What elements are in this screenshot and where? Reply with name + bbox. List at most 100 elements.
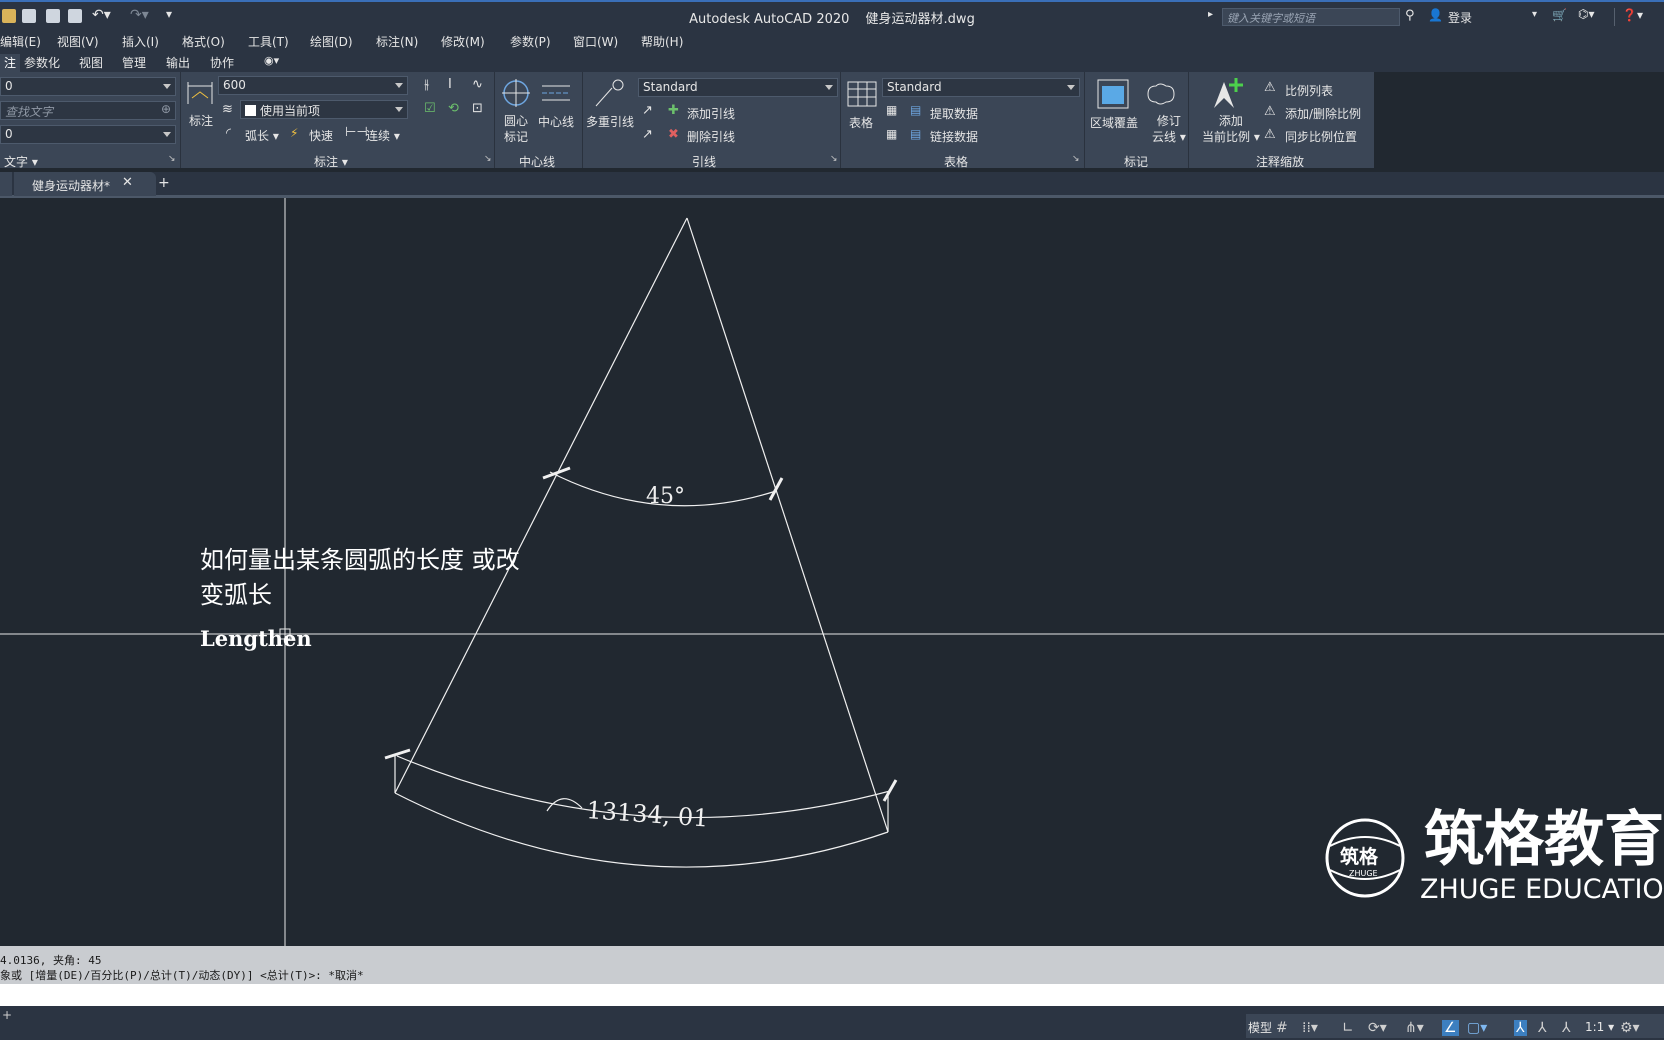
menu-edit[interactable]: 编辑(E)	[0, 33, 41, 50]
arc-length-button[interactable]: 弧长 ▾	[245, 127, 279, 144]
dim-style-combo[interactable]: 600	[218, 76, 408, 95]
wipeout-button[interactable]: 区域覆盖	[1090, 114, 1138, 131]
find-icon[interactable]: ⊕	[161, 102, 171, 116]
polar-icon[interactable]: ⟳▾	[1368, 1020, 1387, 1036]
add-current-scale-button[interactable]: 添加 当前比例 ▾	[1202, 113, 1260, 145]
expand-search-icon[interactable]: ▸	[1208, 9, 1213, 20]
add-leader-button[interactable]: 添加引线	[687, 105, 735, 122]
add-current-scale-icon[interactable]	[1208, 76, 1244, 110]
workspace-switch-icon[interactable]: ◉▾	[264, 54, 279, 67]
document-tab[interactable]: 健身运动器材* ✕	[14, 172, 156, 196]
panel-launcher-icon[interactable]: ↘	[168, 154, 176, 164]
tab-output[interactable]: 输出	[166, 54, 190, 71]
menu-help[interactable]: 帮助(H)	[641, 33, 683, 50]
workspace-gear-icon[interactable]: ⚙▾	[1620, 1020, 1640, 1036]
table-style-combo[interactable]: Standard	[882, 78, 1080, 97]
quick-dim-button[interactable]: 快速	[309, 127, 333, 144]
panel-launcher-icon[interactable]: ↘	[830, 154, 838, 164]
scale-list-button[interactable]: 比例列表	[1285, 82, 1333, 99]
text-panel-title[interactable]: 文字 ▾	[4, 153, 38, 170]
align-leader-icon[interactable]: ↗	[642, 127, 653, 142]
mleader-style-combo[interactable]: Standard	[638, 78, 838, 97]
reassociate-icon[interactable]: ⊡	[472, 101, 483, 116]
dimension-button[interactable]: 标注	[189, 112, 213, 129]
sector-left-line[interactable]	[394, 217, 688, 794]
grid-icon[interactable]: #	[1276, 1020, 1288, 1036]
extract-data-button[interactable]: 提取数据	[930, 105, 978, 122]
tab-annotate[interactable]: 注	[0, 54, 21, 72]
menu-tools[interactable]: 工具(T)	[248, 33, 289, 50]
dim-space-icon[interactable]: ⫳	[424, 77, 429, 92]
link-data-button[interactable]: 链接数据	[930, 128, 978, 145]
text-height-combo[interactable]: 0	[0, 125, 176, 144]
centerline-button[interactable]: 中心线	[538, 113, 574, 130]
table-icon[interactable]	[846, 80, 878, 108]
layout-add-icon[interactable]: +	[2, 1008, 12, 1022]
signin-button[interactable]: 登录	[1448, 9, 1472, 26]
drawing-canvas[interactable]: 13134, 01 45° 如何量出某条圆弧的长度 或改 变弧长 Lengthe…	[0, 198, 1664, 946]
network-icon[interactable]: ⌬▾	[1578, 7, 1595, 21]
search-input[interactable]: 键入关键字或短语	[1222, 8, 1400, 26]
menu-modify[interactable]: 修改(M)	[441, 33, 485, 50]
wipeout-icon[interactable]	[1096, 78, 1130, 110]
model-space-button[interactable]: 模型	[1248, 1019, 1272, 1036]
table-data-icon[interactable]: ▦	[886, 103, 897, 117]
menu-parameters[interactable]: 参数(P)	[510, 33, 551, 50]
help-icon[interactable]: ❓▾	[1622, 8, 1643, 22]
ortho-icon[interactable]: ∟	[1342, 1020, 1354, 1036]
update-icon[interactable]: ⟲	[448, 101, 459, 116]
object-snap-icon[interactable]: ▢▾	[1467, 1020, 1487, 1036]
menu-bar: 编辑(E) 视图(V) 插入(I) 格式(O) 工具(T) 绘图(D) 标注(N…	[0, 30, 1664, 51]
cart-icon[interactable]: 🛒	[1552, 8, 1567, 22]
tab-collaborate[interactable]: 协作	[210, 54, 234, 71]
menu-draw[interactable]: 绘图(D)	[310, 33, 353, 50]
table-button[interactable]: 表格	[849, 114, 873, 131]
multileader-button[interactable]: 多重引线	[586, 113, 634, 130]
annotation-scale-button[interactable]: 1:1 ▾	[1585, 1020, 1614, 1034]
centerline-icon[interactable]	[540, 80, 572, 106]
sector-right-line[interactable]	[686, 217, 889, 833]
menu-format[interactable]: 格式(O)	[182, 33, 225, 50]
center-mark-button[interactable]: 圆心 标记	[504, 113, 528, 145]
jog-line-icon[interactable]: ∿	[472, 77, 483, 92]
osnap-tracking-icon[interactable]: ⋔▾	[1405, 1020, 1424, 1036]
menu-insert[interactable]: 插入(I)	[122, 33, 159, 50]
annotation-scale-icon[interactable]: ⅄	[1562, 1020, 1571, 1036]
download-icon[interactable]: ▦	[886, 127, 897, 141]
command-line-input[interactable]	[0, 984, 1664, 1006]
close-tab-icon[interactable]: ✕	[122, 175, 133, 190]
menu-window[interactable]: 窗口(W)	[573, 33, 618, 50]
tab-manage[interactable]: 管理	[122, 54, 146, 71]
add-delete-scale-button[interactable]: 添加/删除比例	[1285, 105, 1361, 122]
dimension-panel-title[interactable]: 标注 ▾	[314, 153, 348, 170]
panel-launcher-icon[interactable]: ↘	[484, 154, 492, 164]
dimension-icon[interactable]	[184, 78, 216, 108]
tab-view[interactable]: 视图	[79, 54, 103, 71]
binoculars-icon[interactable]: ⚲	[1405, 8, 1415, 23]
dim-break-icon[interactable]: Ⅰ	[448, 77, 452, 92]
menu-view[interactable]: 视图(V)	[57, 33, 99, 50]
find-text-input[interactable]: 查找文字 ⊕	[0, 101, 176, 120]
title-bar: ↶▾ ↷▾ ▾ Autodesk AutoCAD 2020 健身运动器材.dwg…	[0, 0, 1664, 30]
signin-dropdown-icon[interactable]: ▾	[1532, 9, 1537, 20]
menu-dimension[interactable]: 标注(N)	[376, 33, 418, 50]
angle-text: 45°	[646, 484, 685, 509]
multileader-icon[interactable]	[592, 78, 628, 110]
center-mark-icon[interactable]	[500, 78, 532, 108]
sync-scale-button[interactable]: 同步比例位置	[1285, 128, 1357, 145]
auto-scale-icon[interactable]: ⅄	[1538, 1020, 1547, 1036]
lineweight-icon[interactable]: ∠	[1442, 1020, 1459, 1036]
new-tab-icon[interactable]: +	[158, 175, 170, 191]
revcloud-icon[interactable]	[1144, 80, 1180, 108]
remove-leader-button[interactable]: 删除引线	[687, 128, 735, 145]
dim-layer-combo[interactable]: 使用当前项	[240, 100, 408, 119]
tab-parametric[interactable]: 参数化	[24, 54, 60, 71]
start-tab[interactable]	[0, 172, 12, 196]
snap-icon[interactable]: ⁞⁞▾	[1302, 1020, 1318, 1036]
inspect-icon[interactable]: ☑	[424, 101, 436, 116]
text-style-combo[interactable]: 0	[0, 77, 176, 96]
panel-launcher-icon[interactable]: ↘	[1072, 154, 1080, 164]
annotation-visibility-icon[interactable]: ⅄	[1514, 1020, 1527, 1036]
revcloud-button[interactable]: 修订 云线 ▾	[1152, 113, 1186, 145]
continue-dim-button[interactable]: 连续 ▾	[366, 127, 400, 144]
